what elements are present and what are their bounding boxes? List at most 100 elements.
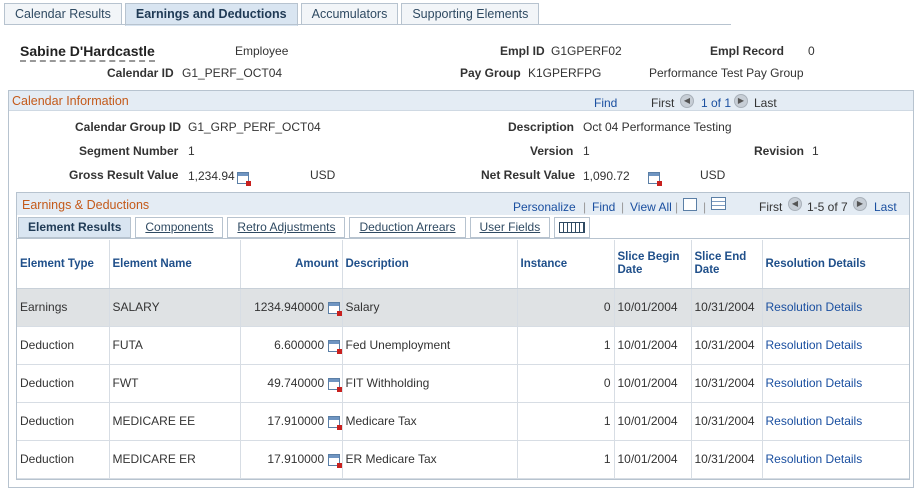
description-label: Description: [508, 120, 575, 134]
resolution-details-link[interactable]: Resolution Details: [766, 338, 863, 352]
separator: |: [621, 200, 625, 214]
cell-slice-begin: 10/01/2004: [614, 402, 692, 441]
grid-icon[interactable]: [711, 197, 726, 210]
subtab-retro-adjustments[interactable]: Retro Adjustments: [227, 217, 346, 238]
subtab-user-fields[interactable]: User Fields: [469, 217, 551, 238]
calendar-information-title: Calendar Information: [12, 94, 129, 108]
calendar-group-id-label: Calendar Group ID: [75, 120, 182, 134]
revision-label: Revision: [754, 144, 805, 158]
tab-earnings-and-deductions[interactable]: Earnings and Deductions: [124, 3, 298, 26]
calculator-icon[interactable]: [327, 453, 342, 468]
subtab-element-results[interactable]: Element Results: [18, 217, 132, 238]
cell-slice-end: 10/31/2004: [691, 288, 763, 327]
cell-amount: 1234.940000: [240, 288, 343, 327]
calendar-find-link[interactable]: Find: [594, 96, 617, 110]
calculator-icon[interactable]: [237, 171, 251, 186]
net-result-label: Net Result Value: [481, 168, 576, 182]
calculator-icon[interactable]: [648, 171, 663, 186]
cell-description: Fed Unemployment: [342, 326, 518, 365]
cell-resolution: Resolution Details: [762, 288, 909, 327]
column-header-element-name[interactable]: Element Name: [109, 240, 241, 289]
column-header-slice-begin-date[interactable]: Slice Begin Date: [614, 240, 692, 289]
empl-record-value: 0: [808, 44, 815, 58]
subtabs-divider: [17, 238, 909, 239]
next-arrow-icon[interactable]: ▶: [853, 197, 867, 211]
element-results-table: Element Type Element Name Amount Descrip…: [17, 240, 909, 479]
amount-value: 1234.940000: [254, 300, 325, 314]
separator: |: [675, 200, 679, 214]
cell-element-type: Deduction: [17, 326, 110, 365]
employee-name: Sabine D'Hardcastle: [20, 43, 155, 62]
pay-group-label: Pay Group: [460, 66, 521, 80]
cell-amount: 17.910000: [240, 402, 343, 441]
column-header-resolution-details[interactable]: Resolution Details: [762, 240, 909, 289]
column-header-instance[interactable]: Instance: [517, 240, 615, 289]
calendar-range: 1 of 1: [701, 96, 732, 110]
cell-description: FIT Withholding: [342, 364, 518, 403]
subtab-deduction-arrears[interactable]: Deduction Arrears: [349, 217, 466, 238]
cell-instance: 0: [517, 288, 615, 327]
table-row[interactable]: Deduction MEDICARE EE 17.910000 Medicare…: [17, 402, 909, 441]
table-row[interactable]: Earnings SALARY 1234.940000 Salary 0 10/…: [17, 288, 909, 327]
amount-value: 49.740000: [267, 376, 325, 390]
column-header-element-type[interactable]: Element Type: [17, 240, 110, 289]
table-row[interactable]: Deduction MEDICARE ER 17.910000 ER Medic…: [17, 440, 909, 479]
calculator-icon[interactable]: [327, 415, 342, 430]
calendar-id-value: G1_PERF_OCT04: [182, 66, 283, 80]
resolution-details-link[interactable]: Resolution Details: [766, 452, 863, 466]
calendar-id-label: Calendar ID: [107, 66, 174, 80]
version-value: 1: [583, 144, 590, 158]
cell-amount: 49.740000: [240, 364, 343, 403]
view-all-link[interactable]: View All: [630, 200, 672, 214]
column-header-amount[interactable]: Amount: [240, 240, 343, 289]
amount-value: 17.910000: [267, 452, 325, 466]
cell-element-type: Deduction: [17, 402, 110, 441]
cell-element-name: SALARY: [109, 288, 241, 327]
previous-arrow-icon[interactable]: ◀: [788, 197, 802, 211]
cell-slice-end: 10/31/2004: [691, 402, 763, 441]
cell-slice-begin: 10/01/2004: [614, 364, 692, 403]
calculator-icon[interactable]: [327, 377, 342, 392]
zoom-icon[interactable]: [683, 198, 697, 211]
earnings-deductions-title: Earnings & Deductions: [22, 198, 150, 212]
personalize-link[interactable]: Personalize: [513, 200, 576, 214]
cell-element-name: FUTA: [109, 326, 241, 365]
column-header-slice-end-date[interactable]: Slice End Date: [691, 240, 763, 289]
calendar-last-label: Last: [754, 96, 777, 110]
cell-instance: 0: [517, 364, 615, 403]
amount-value: 17.910000: [267, 414, 325, 428]
tab-calendar-results[interactable]: Calendar Results: [4, 3, 122, 25]
grid-last-link[interactable]: Last: [874, 200, 897, 214]
tab-accumulators[interactable]: Accumulators: [300, 3, 399, 25]
revision-value: 1: [812, 144, 819, 158]
resolution-details-link[interactable]: Resolution Details: [766, 414, 863, 428]
grid-first-label: First: [759, 200, 783, 214]
calculator-icon[interactable]: [327, 339, 342, 354]
cell-description: ER Medicare Tax: [342, 440, 518, 479]
grid-find-link[interactable]: Find: [592, 200, 615, 214]
previous-arrow-icon[interactable]: ◀: [680, 94, 694, 108]
net-currency: USD: [700, 168, 726, 182]
employee-label: Employee: [235, 44, 289, 58]
table-row[interactable]: Deduction FUTA 6.600000 Fed Unemployment…: [17, 326, 909, 365]
cell-slice-end: 10/31/2004: [691, 326, 763, 365]
cell-element-type: Deduction: [17, 364, 110, 403]
subtab-components[interactable]: Components: [135, 217, 224, 238]
cell-element-type: Earnings: [17, 288, 110, 327]
cell-resolution: Resolution Details: [762, 364, 909, 403]
tab-supporting-elements[interactable]: Supporting Elements: [401, 3, 540, 25]
cell-element-name: MEDICARE EE: [109, 402, 241, 441]
cell-instance: 1: [517, 402, 615, 441]
cell-slice-end: 10/31/2004: [691, 440, 763, 479]
show-all-columns-icon[interactable]: [554, 217, 591, 238]
segment-number-label: Segment Number: [79, 144, 179, 158]
table-row[interactable]: Deduction FWT 49.740000 FIT Withholding …: [17, 364, 909, 403]
next-arrow-icon[interactable]: ▶: [734, 94, 748, 108]
separator: |: [703, 200, 707, 214]
calendar-first-label: First: [651, 96, 675, 110]
resolution-details-link[interactable]: Resolution Details: [766, 376, 863, 390]
column-header-description[interactable]: Description: [342, 240, 518, 289]
tabs-divider: [4, 24, 731, 25]
calculator-icon[interactable]: [327, 301, 342, 316]
resolution-details-link[interactable]: Resolution Details: [766, 300, 863, 314]
